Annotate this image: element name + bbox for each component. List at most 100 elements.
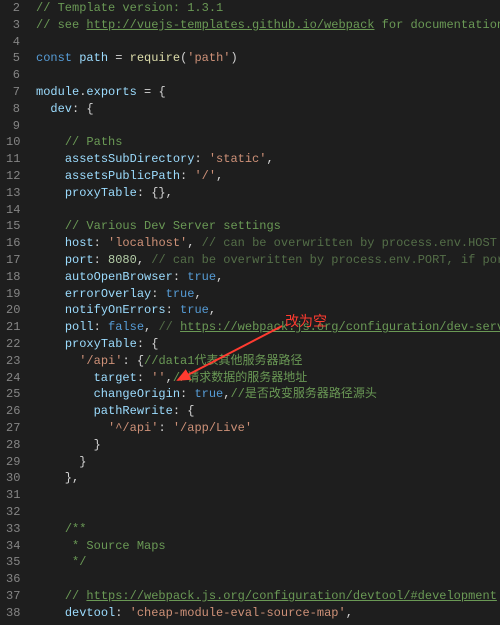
- line-number: 23: [6, 353, 20, 370]
- token: ,: [144, 320, 158, 334]
- token: [36, 371, 94, 385]
- token: [36, 102, 50, 116]
- code-line[interactable]: poll: false, // https://webpack.js.org/c…: [36, 319, 500, 336]
- code-line[interactable]: [36, 34, 500, 51]
- token: require: [130, 51, 180, 65]
- token: //: [65, 589, 87, 603]
- code-line[interactable]: '^/api': '/app/Live': [36, 420, 500, 437]
- code-line[interactable]: errorOverlay: true,: [36, 286, 500, 303]
- code-line[interactable]: module.exports = {: [36, 84, 500, 101]
- token: [36, 169, 65, 183]
- token: target: [94, 371, 137, 385]
- token: // can be overwritten by process.env.POR…: [151, 253, 500, 267]
- line-number: 22: [6, 336, 20, 353]
- code-line[interactable]: autoOpenBrowser: true,: [36, 269, 500, 286]
- token: }: [36, 455, 86, 469]
- token: /**: [65, 522, 87, 536]
- code-line[interactable]: [36, 504, 500, 521]
- token: * Source Maps: [65, 539, 166, 553]
- code-line[interactable]: port: 8080, // can be overwritten by pro…: [36, 252, 500, 269]
- token: '/app/Live': [173, 421, 252, 435]
- code-line[interactable]: [36, 202, 500, 219]
- line-number: 15: [6, 218, 20, 235]
- token: : {: [137, 337, 159, 351]
- code-line[interactable]: // Paths: [36, 134, 500, 151]
- token: [36, 186, 65, 200]
- code-line[interactable]: devtool: 'cheap-module-eval-source-map',: [36, 605, 500, 622]
- token: '/api': [79, 354, 122, 368]
- line-number: 2: [6, 0, 20, 17]
- token: ,: [209, 303, 216, 317]
- token: [36, 539, 65, 553]
- token: :: [151, 287, 165, 301]
- line-number: 30: [6, 470, 20, 487]
- token: dev: [50, 102, 72, 116]
- token: :: [94, 320, 108, 334]
- token: ,: [166, 371, 173, 385]
- code-line[interactable]: }: [36, 454, 500, 471]
- token: // see: [36, 18, 86, 32]
- code-line[interactable]: // Template version: 1.3.1: [36, 0, 500, 17]
- token: assetsPublicPath: [65, 169, 180, 183]
- code-line[interactable]: assetsSubDirectory: 'static',: [36, 151, 500, 168]
- token: [36, 303, 65, 317]
- line-number: 17: [6, 252, 20, 269]
- code-editor[interactable]: 2345678910111213141516171819202122232425…: [0, 0, 500, 625]
- token: 'path': [187, 51, 230, 65]
- token: //是否改变服务器路径源头: [230, 387, 376, 401]
- token: },: [36, 471, 79, 485]
- token: ,: [194, 287, 201, 301]
- token: '': [151, 371, 165, 385]
- code-line[interactable]: const path = require('path'): [36, 50, 500, 67]
- code-line[interactable]: * Source Maps: [36, 538, 500, 555]
- token: assetsSubDirectory: [65, 152, 195, 166]
- token: 'localhost': [108, 236, 187, 250]
- token: :: [180, 387, 194, 401]
- token: :: [173, 270, 187, 284]
- token: [36, 404, 94, 418]
- token: [36, 354, 79, 368]
- code-line[interactable]: // see http://vuejs-templates.github.io/…: [36, 17, 500, 34]
- code-line[interactable]: [36, 571, 500, 588]
- token: devtool: [65, 606, 115, 620]
- code-line[interactable]: dev: {: [36, 101, 500, 118]
- code-line[interactable]: proxyTable: {},: [36, 185, 500, 202]
- line-number: 5: [6, 50, 20, 67]
- code-line[interactable]: pathRewrite: {: [36, 403, 500, 420]
- code-line[interactable]: '/api': {//data1代表其他服务器路径: [36, 353, 500, 370]
- code-line[interactable]: changeOrigin: true,//是否改变服务器路径源头: [36, 386, 500, 403]
- token: '^/api': [108, 421, 158, 435]
- token: '/': [194, 169, 216, 183]
- token: ): [230, 51, 237, 65]
- code-line[interactable]: }: [36, 437, 500, 454]
- code-line[interactable]: notifyOnErrors: true,: [36, 302, 500, 319]
- line-number: 37: [6, 588, 20, 605]
- token: : {: [122, 354, 144, 368]
- token: :: [180, 169, 194, 183]
- line-number: 18: [6, 269, 20, 286]
- code-line[interactable]: proxyTable: {: [36, 336, 500, 353]
- token: [36, 236, 65, 250]
- code-line[interactable]: // https://webpack.js.org/configuration/…: [36, 588, 500, 605]
- token: // Template version: 1.3.1: [36, 1, 223, 15]
- line-number: 36: [6, 571, 20, 588]
- code-line[interactable]: [36, 487, 500, 504]
- code-line[interactable]: [36, 118, 500, 135]
- code-line[interactable]: target: '',//请求数据的服务器地址: [36, 370, 500, 387]
- token: ,: [187, 236, 201, 250]
- code-line[interactable]: [36, 67, 500, 84]
- code-line[interactable]: // Various Dev Server settings: [36, 218, 500, 235]
- token: true: [187, 270, 216, 284]
- token: : {},: [137, 186, 173, 200]
- code-line[interactable]: assetsPublicPath: '/',: [36, 168, 500, 185]
- code-line[interactable]: host: 'localhost', // can be overwritten…: [36, 235, 500, 252]
- code-area[interactable]: // Template version: 1.3.1 // see http://…: [32, 0, 500, 625]
- code-line[interactable]: /**: [36, 521, 500, 538]
- token: pathRewrite: [94, 404, 173, 418]
- code-line[interactable]: },: [36, 470, 500, 487]
- token: :: [137, 371, 151, 385]
- line-number: 8: [6, 101, 20, 118]
- code-line[interactable]: */: [36, 554, 500, 571]
- token: [36, 387, 94, 401]
- token: [36, 337, 65, 351]
